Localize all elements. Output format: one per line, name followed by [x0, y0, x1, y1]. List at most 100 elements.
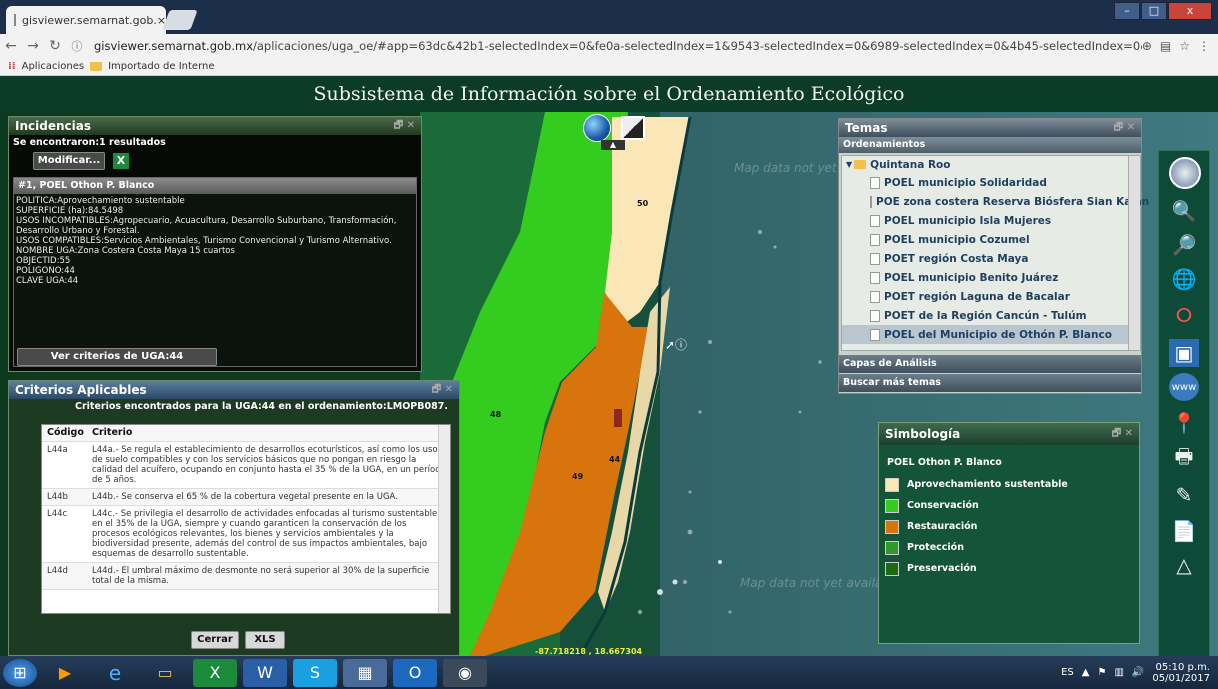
legend-item[interactable]: Preservación	[879, 558, 1139, 579]
info-icon[interactable]: ⓘ	[66, 38, 88, 54]
browser-nav-bar: ← → ↻ ⓘ gisviewer.semarnat.gob.mx/aplica…	[0, 34, 1218, 58]
print-icon[interactable]: 🖶	[1169, 444, 1199, 473]
start-button[interactable]: ⊞	[3, 658, 37, 687]
temas-item-label: POEL municipio Solidaridad	[884, 176, 1047, 189]
volume-icon[interactable]: 🔊	[1132, 667, 1144, 678]
www-icon[interactable]: www	[1169, 373, 1199, 401]
basemap-switcher[interactable]: ▲	[583, 114, 645, 150]
skype-icon[interactable]: S	[293, 658, 337, 687]
star-icon[interactable]: ☆	[1179, 39, 1190, 53]
table-row[interactable]: L44a L44a.- Se regula el establecimiento …	[42, 442, 450, 489]
col-code[interactable]: Código	[42, 425, 88, 441]
clock-time: 05:10 p.m.	[1155, 661, 1210, 673]
media-player-icon[interactable]: ▶	[43, 659, 87, 687]
criterios-window-icon[interactable]: 🗗 ✕	[432, 381, 453, 399]
simbologia-layer: POEL Othon P. Blanco	[887, 457, 1002, 468]
temas-item[interactable]: POEL municipio Cozumel	[842, 230, 1140, 249]
incidencias-panel: Incidencias 🗗 ✕ Se encontraron:1 resultad…	[8, 116, 422, 372]
legend-label: Conservación	[907, 500, 979, 511]
temas-item[interactable]: POE zona costera Reserva Biósfera Sian K…	[842, 192, 1149, 211]
folder-expand-icon[interactable]: ▼	[846, 160, 852, 169]
pan-icon[interactable]: 🌐	[1169, 265, 1199, 293]
app-icon[interactable]: ▦	[343, 658, 387, 687]
buscar-temas-section[interactable]: Buscar más temas	[839, 374, 1141, 392]
identify-icon[interactable]: ▣	[1169, 339, 1199, 367]
translate-icon[interactable]: ▤	[1160, 39, 1171, 53]
row-code: L44d	[47, 566, 68, 576]
ie-icon[interactable]: e	[93, 659, 137, 687]
language-indicator[interactable]: ES	[1061, 667, 1074, 678]
back-icon[interactable]: ←	[0, 38, 22, 54]
legend-item[interactable]: Aprovechamiento sustentable	[879, 474, 1139, 495]
outlook-icon[interactable]: O	[393, 658, 437, 687]
network-icon[interactable]: ▥	[1114, 667, 1123, 678]
browser-tab[interactable]: gisviewer.semarnat.gob. ×	[6, 6, 166, 34]
compass-icon[interactable]: ⭘	[1169, 301, 1199, 329]
detail-line: POLITICA:Aprovechamiento sustentable	[16, 196, 185, 206]
address-bar[interactable]: gisviewer.semarnat.gob.mx/aplicaciones/u…	[94, 39, 1142, 53]
temas-item[interactable]: POEL municipio Isla Mujeres	[842, 211, 1140, 230]
temas-item[interactable]: POET de la Región Cancún - Tulúm	[842, 306, 1140, 325]
legend-item[interactable]: Conservación	[879, 495, 1139, 516]
zoom-in-icon[interactable]: 🔍	[1169, 197, 1199, 225]
new-tab-button[interactable]	[162, 10, 198, 30]
measure-icon[interactable]: ✎	[1169, 481, 1199, 509]
zoom-out-icon[interactable]: 🔎	[1169, 231, 1199, 259]
chrome-icon[interactable]: ◉	[443, 658, 487, 687]
selected-polygon-44[interactable]	[614, 409, 622, 427]
logo-icon[interactable]	[1169, 157, 1201, 189]
maximize-button[interactable]: □	[1141, 2, 1167, 20]
close-button[interactable]: Cerrar	[191, 631, 239, 649]
legend-item[interactable]: Restauración	[879, 516, 1139, 537]
temas-item[interactable]: POET región Laguna de Bacalar	[842, 287, 1140, 306]
ordenamientos-section[interactable]: Ordenamientos	[839, 137, 1141, 153]
temas-item[interactable]: POET región Costa Maya	[842, 249, 1140, 268]
table-row[interactable]: L44d L44d.- El umbral máximo de desmonte …	[42, 563, 450, 590]
document-export-icon[interactable]: 📄	[1169, 517, 1199, 545]
legend-item[interactable]: Protección	[879, 537, 1139, 558]
zoom-icon[interactable]: ⊕	[1142, 39, 1152, 53]
folder-quintana-roo[interactable]: ▼ Quintana Roo	[842, 156, 1140, 173]
forward-icon[interactable]: →	[22, 38, 44, 54]
minimize-button[interactable]: –	[1114, 2, 1140, 20]
explorer-icon[interactable]: ▭	[143, 659, 187, 687]
temas-list: ▼ Quintana Roo POEL municipio Solidarida…	[841, 155, 1149, 351]
xls-button[interactable]: XLS	[245, 631, 285, 649]
folder-icon	[854, 160, 867, 169]
bookmark-imported[interactable]: Importado de Interne	[108, 61, 214, 72]
drawing-tool-icon[interactable]: △	[1169, 551, 1199, 579]
results-count: Se encontraron:1 resultados	[13, 137, 166, 148]
row-text: L44a.- Se regula el establecimiento de d…	[92, 445, 446, 485]
col-criterion[interactable]: Criterio	[88, 425, 450, 441]
basemap-toggle-arrow[interactable]: ▲	[601, 140, 625, 150]
modify-button[interactable]: Modificar...	[33, 152, 105, 170]
temas-scrollbar[interactable]	[1128, 156, 1140, 350]
temas-window-icon[interactable]: 🗗 ✕	[1114, 119, 1135, 137]
legend-label: Protección	[907, 542, 964, 553]
word-icon[interactable]: W	[243, 658, 287, 687]
excel-taskbar-icon[interactable]: X	[193, 658, 237, 687]
map-view[interactable]: Map data not yet available Map data not …	[0, 112, 1218, 656]
clock[interactable]: 05:10 p.m. 05/01/2017	[1152, 662, 1210, 684]
reload-icon[interactable]: ↻	[44, 38, 66, 54]
table-scrollbar[interactable]	[438, 425, 450, 613]
basemap-gray-icon[interactable]	[621, 116, 645, 140]
excel-icon[interactable]: X	[113, 153, 129, 169]
globe-icon[interactable]	[583, 114, 611, 142]
temas-item-selected[interactable]: POEL del Municipio de Othón P. Blanco	[842, 325, 1140, 344]
capas-analisis-section[interactable]: Capas de Análisis	[839, 355, 1141, 373]
menu-icon[interactable]: ⋮	[1198, 39, 1210, 53]
table-row[interactable]: L44b L44b.- Se conserva el 65 % de la cob…	[42, 489, 450, 506]
temas-item[interactable]: POEL municipio Solidaridad	[842, 173, 1140, 192]
simbologia-window-icon[interactable]: 🗗 ✕	[1112, 423, 1133, 445]
table-row[interactable]: L44c L44c.- Se privilegia el desarrollo d…	[42, 506, 450, 563]
view-criteria-button[interactable]: Ver criterios de UGA:44	[17, 348, 217, 366]
marker-icon[interactable]: 📍	[1169, 409, 1199, 437]
temas-item[interactable]: POEL municipio Benito Juárez	[842, 268, 1140, 287]
close-window-button[interactable]: x	[1168, 2, 1212, 20]
flag-icon[interactable]: ⚑	[1097, 667, 1106, 678]
tray-arrow-icon[interactable]: ▲	[1082, 667, 1090, 678]
apps-icon: ⁞⁞	[8, 61, 16, 72]
panel-window-icon[interactable]: 🗗 ✕	[394, 117, 415, 135]
bookmark-apps[interactable]: Aplicaciones	[22, 61, 84, 72]
